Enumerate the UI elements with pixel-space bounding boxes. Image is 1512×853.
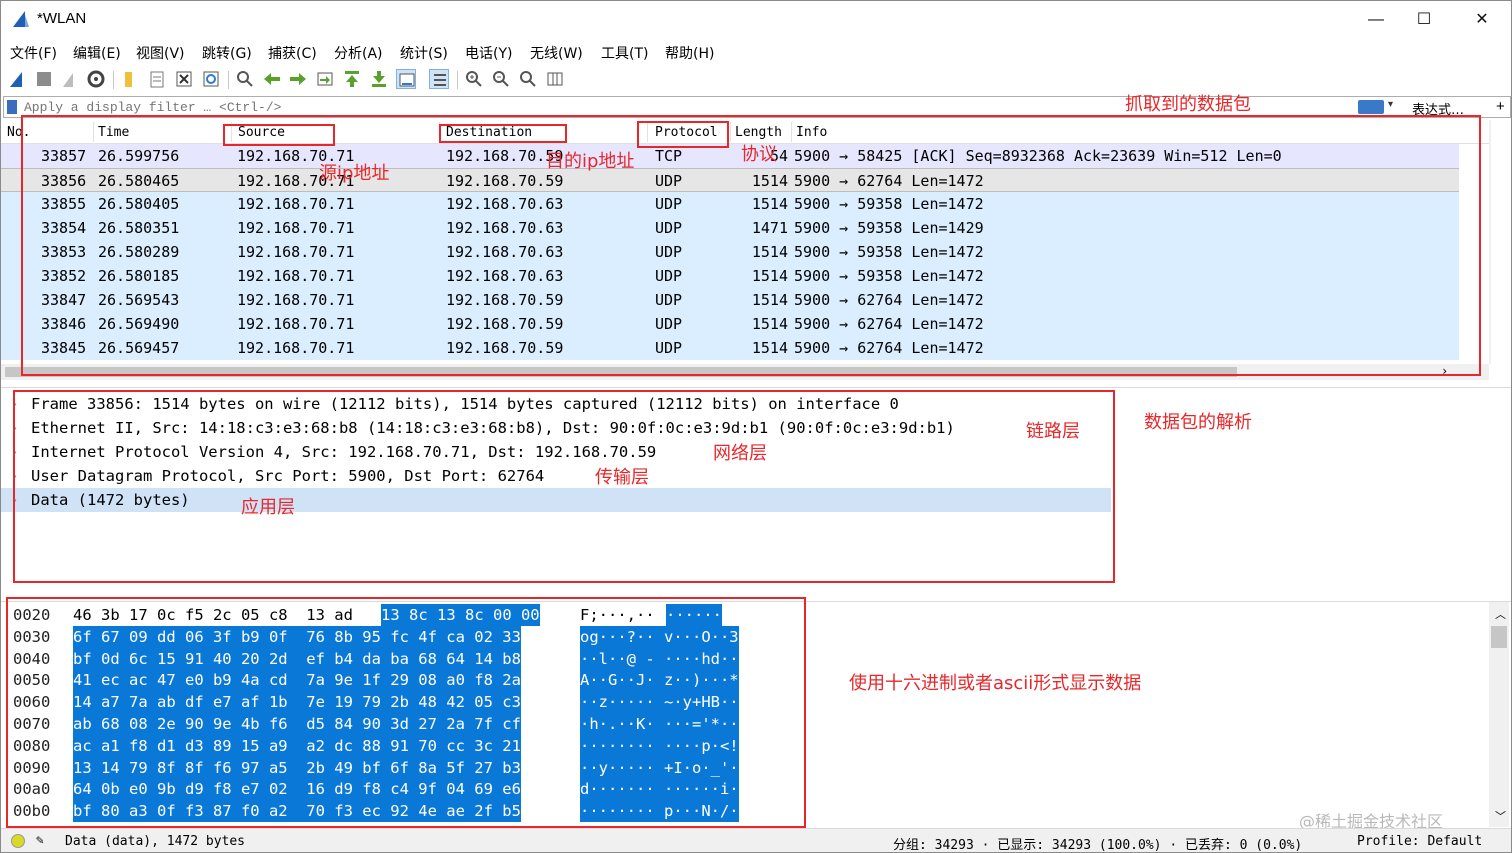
minimize-button[interactable]: — — [1353, 5, 1399, 35]
chevron-down-icon[interactable]: ▾ — [1388, 99, 1393, 110]
last-packet-icon[interactable] — [369, 69, 389, 89]
go-back-icon[interactable] — [262, 69, 282, 89]
annotation-box-destination — [439, 124, 567, 143]
chevron-up-icon[interactable]: ︿ — [1495, 606, 1506, 622]
open-file-icon[interactable] — [120, 69, 140, 89]
toolbar-separator — [228, 71, 229, 89]
annotation-hex-ascii: 使用十六进制或者ascii形式显示数据 — [849, 673, 1142, 694]
annotation-network-layer: 网络层 — [713, 443, 767, 464]
edit-comment-icon[interactable]: ✎ — [36, 833, 44, 848]
annotation-link-layer: 链路层 — [1026, 421, 1080, 442]
bytes-vscroll[interactable]: ︿ ﹀ — [1489, 602, 1509, 827]
menu-bar: 文件(F) 编辑(E) 视图(V) 跳转(G) 捕获(C) 分析(A) 统计(S… — [1, 41, 1511, 65]
annotation-transport-layer: 传输层 — [595, 467, 649, 488]
scroll-thumb[interactable] — [1491, 626, 1507, 648]
close-file-icon[interactable] — [174, 69, 194, 89]
go-forward-icon[interactable] — [288, 69, 308, 89]
menu-telephony[interactable]: 电话(Y) — [465, 43, 512, 63]
colorize-icon[interactable] — [429, 69, 449, 89]
menu-tools[interactable]: 工具(T) — [601, 43, 648, 63]
status-field: Data (data), 1472 bytes — [65, 834, 246, 849]
status-packets: 分组: 34293 · 已显示: 34293 (100.0%) · 已丢弃: 0… — [893, 838, 1303, 853]
toolbar-separator — [113, 71, 114, 89]
find-packet-icon[interactable] — [235, 69, 255, 89]
packet-list-vscroll[interactable]: ︿ ﹀ — [1489, 120, 1491, 364]
wireshark-fin-icon — [13, 11, 29, 27]
bookmark-icon[interactable] — [7, 100, 17, 114]
menu-go[interactable]: 跳转(G) — [202, 43, 252, 63]
annotation-box-protocol — [637, 121, 729, 148]
menu-help[interactable]: 帮助(H) — [665, 43, 714, 63]
chevron-down-icon[interactable]: ﹀ — [1495, 808, 1506, 824]
capture-options-icon[interactable] — [86, 69, 106, 89]
resize-columns-icon[interactable] — [545, 69, 565, 89]
annotation-protocol: 协议 — [741, 144, 777, 165]
normal-size-icon[interactable] — [518, 69, 538, 89]
annotation-parse: 数据包的解析 — [1144, 412, 1252, 433]
menu-file[interactable]: 文件(F) — [10, 43, 57, 63]
menu-wireless[interactable]: 无线(W) — [530, 43, 583, 63]
annotation-box-bytes — [6, 597, 806, 828]
annotation-src-ip: 源ip地址 — [319, 163, 390, 184]
restart-capture-icon[interactable] — [60, 69, 80, 89]
status-profile[interactable]: Profile: Default — [1357, 834, 1482, 849]
main-toolbar — [1, 67, 1511, 93]
menu-capture[interactable]: 捕获(C) — [268, 43, 317, 63]
maximize-button[interactable]: ☐ — [1401, 5, 1447, 35]
zoom-out-icon[interactable] — [491, 69, 511, 89]
menu-statistics[interactable]: 统计(S) — [400, 43, 448, 63]
expert-info-icon[interactable] — [11, 834, 25, 848]
add-filter-button[interactable]: + — [1496, 98, 1505, 115]
go-to-packet-icon[interactable] — [315, 69, 335, 89]
window-title: *WLAN — [37, 10, 87, 27]
wireshark-window: *WLAN — ☐ ✕ 文件(F) 编辑(E) 视图(V) 跳转(G) 捕获(C… — [0, 0, 1512, 853]
apply-filter-icon[interactable] — [1358, 100, 1384, 114]
zoom-in-icon[interactable] — [464, 69, 484, 89]
status-bar: ✎ Data (data), 1472 bytes 分组: 34293 · 已显… — [1, 828, 1511, 853]
annotation-app-layer: 应用层 — [241, 497, 295, 518]
auto-scroll-icon[interactable] — [396, 69, 416, 89]
menu-analyze[interactable]: 分析(A) — [334, 43, 383, 63]
menu-edit[interactable]: 编辑(E) — [73, 43, 121, 63]
title-bar: *WLAN — ☐ ✕ — [1, 1, 1511, 39]
annotation-dst-ip: 目的ip地址 — [546, 151, 635, 172]
first-packet-icon[interactable] — [342, 69, 362, 89]
annotation-box-details — [13, 390, 1115, 583]
toolbar-separator — [457, 71, 458, 89]
save-file-icon[interactable] — [147, 69, 167, 89]
menu-view[interactable]: 视图(V) — [136, 43, 185, 63]
annotation-captured: 抓取到的数据包 — [1125, 94, 1251, 115]
stop-capture-icon[interactable] — [34, 69, 54, 89]
start-capture-icon[interactable] — [8, 69, 28, 89]
reload-icon[interactable] — [201, 69, 221, 89]
annotation-box-source — [223, 124, 335, 146]
close-button[interactable]: ✕ — [1459, 5, 1505, 35]
